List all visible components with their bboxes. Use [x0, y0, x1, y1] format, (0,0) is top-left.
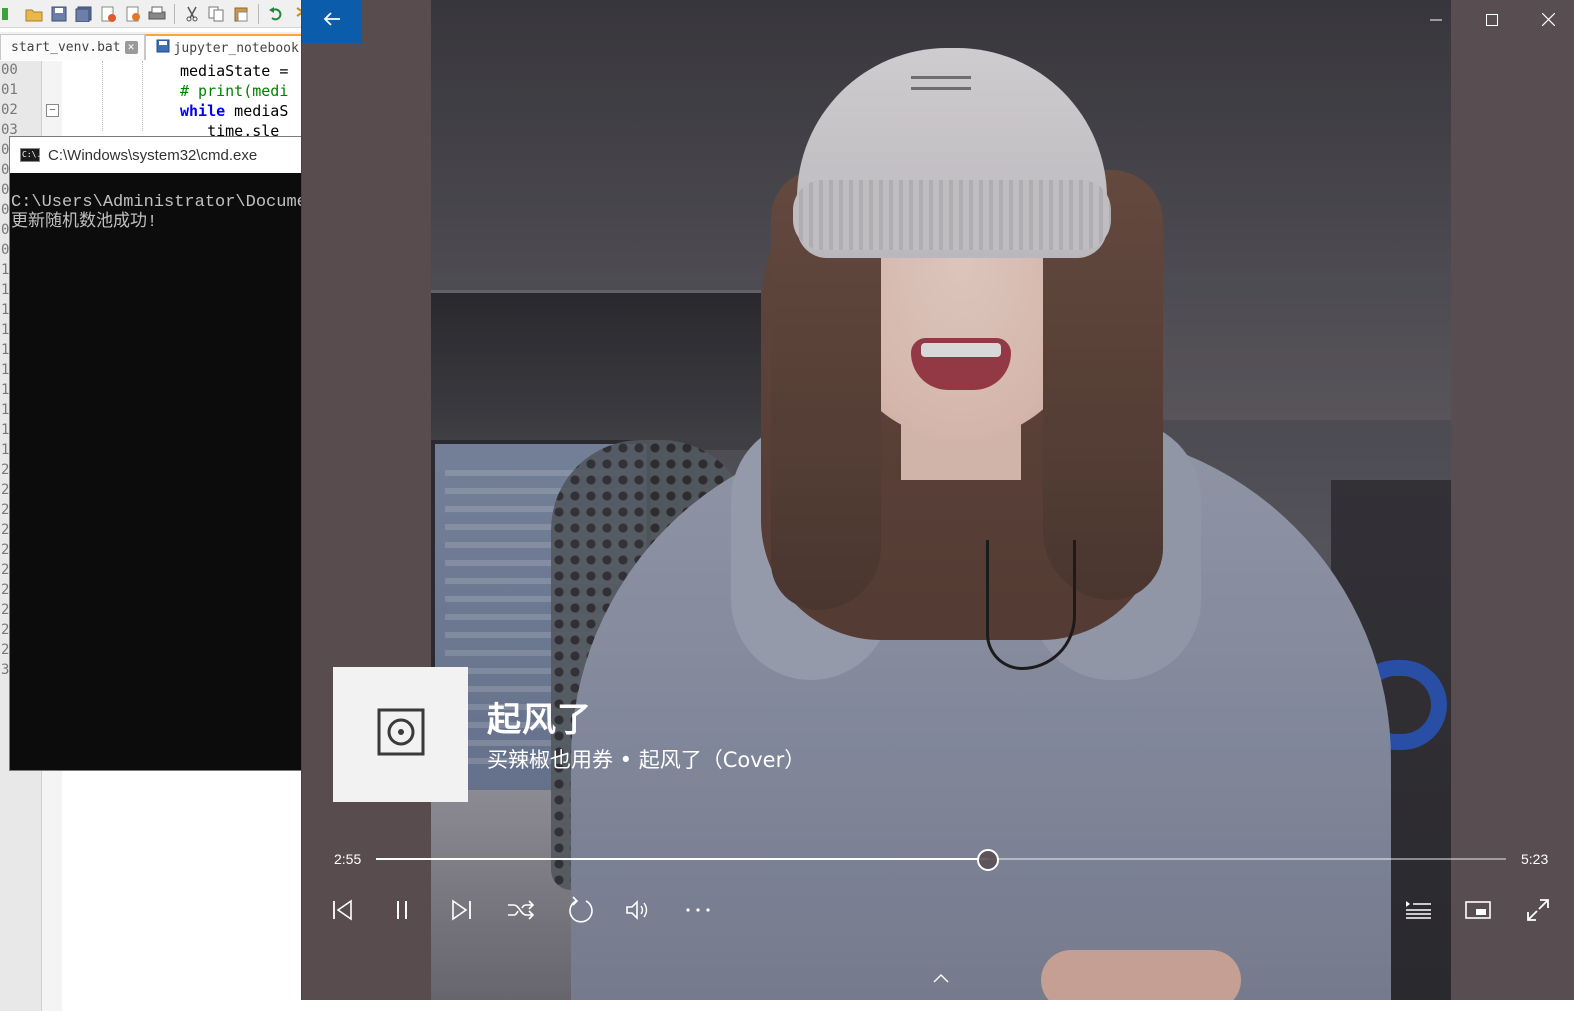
letterbox-right	[1450, 0, 1574, 1000]
playlist-button[interactable]	[1398, 891, 1438, 929]
album-art[interactable]	[333, 667, 468, 802]
tab-jupyter-notebook[interactable]: jupyter_notebook	[144, 34, 306, 60]
shuffle-button[interactable]	[501, 891, 541, 929]
skip-next-icon	[451, 899, 473, 921]
cut-icon[interactable]	[182, 3, 202, 25]
music-disc-icon	[377, 708, 425, 761]
close-file-icon[interactable]	[98, 3, 118, 25]
fullscreen-icon	[1526, 898, 1550, 922]
pause-button[interactable]	[382, 891, 422, 929]
line-number: 00	[1, 62, 18, 78]
indent-guide	[142, 61, 143, 131]
fold-toggle-icon[interactable]: −	[46, 104, 59, 117]
next-button[interactable]	[442, 891, 482, 929]
cmd-line: C:\Users\Administrator\Documen	[11, 193, 308, 212]
cmd-line: 更新随机数池成功!	[11, 213, 158, 232]
editor-tab-strip: start_venv.bat ✕ jupyter_notebook	[0, 32, 310, 60]
mini-view-button[interactable]	[1458, 891, 1498, 929]
chevron-up-icon	[933, 970, 949, 988]
maximize-icon	[1486, 13, 1498, 31]
code-line[interactable]: while mediaS	[180, 102, 288, 120]
more-button[interactable]	[678, 891, 718, 929]
close-button[interactable]	[1520, 0, 1574, 43]
file-icon	[156, 39, 170, 57]
volume-button[interactable]	[618, 891, 658, 929]
expand-panel-button[interactable]	[929, 970, 953, 988]
cmd-output[interactable]: C:\Users\Administrator\Documen 更新随机数池成功!	[10, 173, 308, 233]
copy-icon[interactable]	[207, 3, 227, 25]
toolbar-divider	[257, 3, 259, 24]
video-frame[interactable]	[431, 0, 1451, 1000]
code-line[interactable]: mediaState =	[180, 62, 288, 80]
overlay-dim	[431, 0, 1451, 1000]
repeat-icon	[567, 896, 595, 924]
shuffle-icon	[507, 900, 535, 920]
paste-icon[interactable]	[231, 3, 251, 25]
line-number: 02	[1, 102, 18, 118]
undo-icon[interactable]	[266, 3, 286, 25]
minimize-icon	[1430, 13, 1442, 31]
line-number: 01	[1, 82, 18, 98]
maximize-button[interactable]	[1464, 0, 1520, 43]
minimize-button[interactable]	[1408, 0, 1464, 43]
volume-icon	[625, 899, 651, 921]
cmd-title: C:\Windows\system32\cmd.exe	[48, 146, 258, 164]
track-title: 起风了	[487, 700, 592, 740]
repeat-button[interactable]	[561, 891, 601, 929]
seek-progress	[376, 858, 989, 860]
print-icon[interactable]	[148, 3, 168, 25]
total-time: 5:23	[1521, 851, 1549, 867]
playlist-icon	[1404, 899, 1432, 921]
skip-previous-icon	[331, 899, 353, 921]
letterbox-left	[302, 0, 431, 1000]
current-time: 2:55	[334, 851, 362, 867]
console-icon: C:\.	[20, 148, 41, 162]
open-file-icon[interactable]	[25, 3, 45, 25]
tab-close-icon[interactable]: ✕	[124, 41, 138, 54]
cmd-window[interactable]: C:\. C:\Windows\system32\cmd.exe C:\User…	[9, 136, 309, 771]
code-line[interactable]: # print(medi	[180, 82, 288, 100]
fullscreen-button[interactable]	[1518, 891, 1558, 929]
tab-start-venv[interactable]: start_venv.bat ✕	[0, 34, 145, 60]
editor-toolbar	[0, 0, 310, 28]
media-player-window: 起风了 买辣椒也用券 • 起风了（Cover） 2:55 5:23	[301, 0, 1574, 1000]
toolbar-divider	[174, 3, 176, 24]
save-all-icon[interactable]	[74, 3, 94, 25]
track-artist-album[interactable]: 买辣椒也用券 • 起风了（Cover）	[487, 744, 805, 774]
close-icon	[1541, 12, 1555, 31]
tab-label: jupyter_notebook	[173, 40, 299, 56]
close-all-icon[interactable]	[123, 3, 143, 25]
arrow-left-icon	[322, 11, 342, 32]
tab-label: start_venv.bat	[11, 40, 121, 55]
back-button[interactable]	[302, 0, 362, 43]
mini-view-icon	[1465, 901, 1491, 919]
indent-guide	[102, 61, 103, 131]
previous-button[interactable]	[322, 891, 362, 929]
cmd-titlebar[interactable]: C:\. C:\Windows\system32\cmd.exe	[10, 137, 308, 173]
pause-icon	[395, 900, 409, 920]
more-dots-icon	[685, 907, 711, 913]
save-icon[interactable]	[49, 3, 69, 25]
new-file-icon[interactable]	[0, 3, 20, 25]
